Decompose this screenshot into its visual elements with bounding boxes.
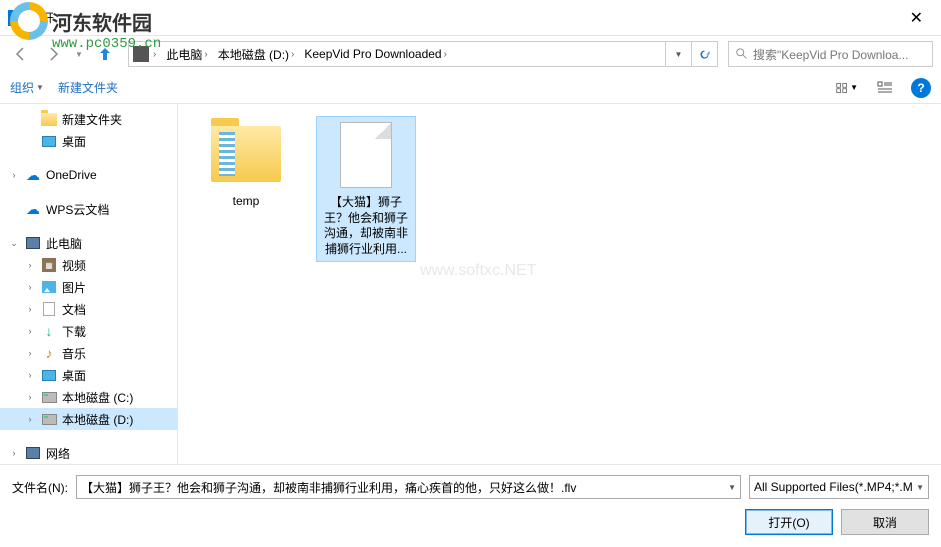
cancel-button[interactable]: 取消 <box>841 509 929 535</box>
filename-input[interactable]: 【大猫】狮子王？他会和狮子沟通，却被南非捕狮行业利用，痛心疾首的他，只好这么做！… <box>76 475 741 499</box>
app-icon <box>8 10 24 26</box>
navbar: ▼ › 此电脑› 本地磁盘 (D:)› KeepVid Pro Download… <box>0 36 941 72</box>
newfolder-button[interactable]: 新建文件夹 <box>58 79 118 96</box>
download-icon: ↓ <box>40 323 58 339</box>
toolbar: 组织▼ 新建文件夹 ▼ ? <box>0 72 941 104</box>
sidebar-item-network[interactable]: ›网络 <box>0 442 177 464</box>
dialog-title: 打开 <box>30 9 54 26</box>
disk-icon <box>42 414 57 425</box>
sidebar-item-documents[interactable]: ›文档 <box>0 298 177 320</box>
image-icon <box>42 281 56 293</box>
search-input[interactable]: 搜索"KeepVid Pro Downloa... <box>728 41 933 67</box>
file-list[interactable]: temp 【大猫】狮子王？他会和狮子沟通，却被南非捕狮行业利用... <box>178 104 941 464</box>
sidebar-item-newfolder[interactable]: 新建文件夹 <box>0 108 177 130</box>
filename-label: 文件名(N): <box>12 479 68 496</box>
breadcrumb-dropdown[interactable]: ▼ <box>665 42 691 66</box>
nav-recent-dropdown[interactable]: ▼ <box>72 41 86 67</box>
refresh-button[interactable] <box>691 42 717 66</box>
sidebar-item-music[interactable]: ›♪音乐 <box>0 342 177 364</box>
disk-icon <box>42 392 57 403</box>
nav-back-button[interactable] <box>8 41 34 67</box>
file-icon <box>340 122 392 188</box>
breadcrumb[interactable]: › 此电脑› 本地磁盘 (D:)› KeepVid Pro Downloaded… <box>128 41 718 67</box>
view-details-button[interactable] <box>873 77 897 99</box>
bottom-panel: 文件名(N): 【大猫】狮子王？他会和狮子沟通，却被南非捕狮行业利用，痛心疾首的… <box>0 464 941 547</box>
search-icon <box>735 47 749 61</box>
thispc-icon <box>133 46 149 62</box>
network-icon <box>26 447 40 459</box>
close-button[interactable]: ✕ <box>902 6 931 30</box>
document-icon <box>43 302 55 316</box>
breadcrumb-seg-thispc[interactable]: 此电脑› <box>162 42 213 66</box>
sidebar-item-desktop2[interactable]: ›桌面 <box>0 364 177 386</box>
onedrive-icon: ☁ <box>24 167 42 183</box>
file-item-video[interactable]: 【大猫】狮子王？他会和狮子沟通，却被南非捕狮行业利用... <box>316 116 416 262</box>
titlebar: 打开 ✕ <box>0 0 941 36</box>
wps-icon: ☁ <box>24 201 42 217</box>
sidebar-item-pictures[interactable]: ›图片 <box>0 276 177 298</box>
sidebar-item-thispc[interactable]: ⌄此电脑 <box>0 232 177 254</box>
filetype-filter[interactable]: All Supported Files(*.MP4;*.M ▼ <box>749 475 929 499</box>
view-icons-button[interactable]: ▼ <box>835 77 859 99</box>
nav-forward-button[interactable] <box>40 41 66 67</box>
desktop-icon <box>42 136 56 147</box>
organize-menu[interactable]: 组织▼ <box>10 79 44 96</box>
folder-icon <box>41 113 57 126</box>
music-icon: ♪ <box>40 345 58 361</box>
sidebar-item-wps[interactable]: ☁WPS云文档 <box>0 198 177 220</box>
folder-icon <box>211 126 281 182</box>
sidebar: 新建文件夹 桌面 ›☁OneDrive ☁WPS云文档 ⌄此电脑 ›▦视频 ›图… <box>0 104 178 464</box>
help-button[interactable]: ? <box>911 78 931 98</box>
file-item-folder[interactable]: temp <box>196 116 296 214</box>
sidebar-item-drive-c[interactable]: ›本地磁盘 (C:) <box>0 386 177 408</box>
sidebar-item-desktop[interactable]: 桌面 <box>0 130 177 152</box>
sidebar-item-downloads[interactable]: ›↓下载 <box>0 320 177 342</box>
nav-up-button[interactable] <box>92 41 118 67</box>
desktop-icon <box>42 370 56 381</box>
sidebar-item-onedrive[interactable]: ›☁OneDrive <box>0 164 177 186</box>
breadcrumb-seg-folder[interactable]: KeepVid Pro Downloaded› <box>300 42 453 66</box>
video-icon: ▦ <box>42 258 56 272</box>
thispc-icon <box>26 237 40 249</box>
sidebar-item-videos[interactable]: ›▦视频 <box>0 254 177 276</box>
breadcrumb-seg-drive[interactable]: 本地磁盘 (D:)› <box>214 42 301 66</box>
sidebar-item-drive-d[interactable]: ›本地磁盘 (D:) <box>0 408 177 430</box>
chevron-down-icon: ▼ <box>916 483 924 492</box>
breadcrumb-root[interactable]: › <box>129 42 162 66</box>
chevron-down-icon[interactable]: ▼ <box>724 483 736 492</box>
open-button[interactable]: 打开(O) <box>745 509 833 535</box>
